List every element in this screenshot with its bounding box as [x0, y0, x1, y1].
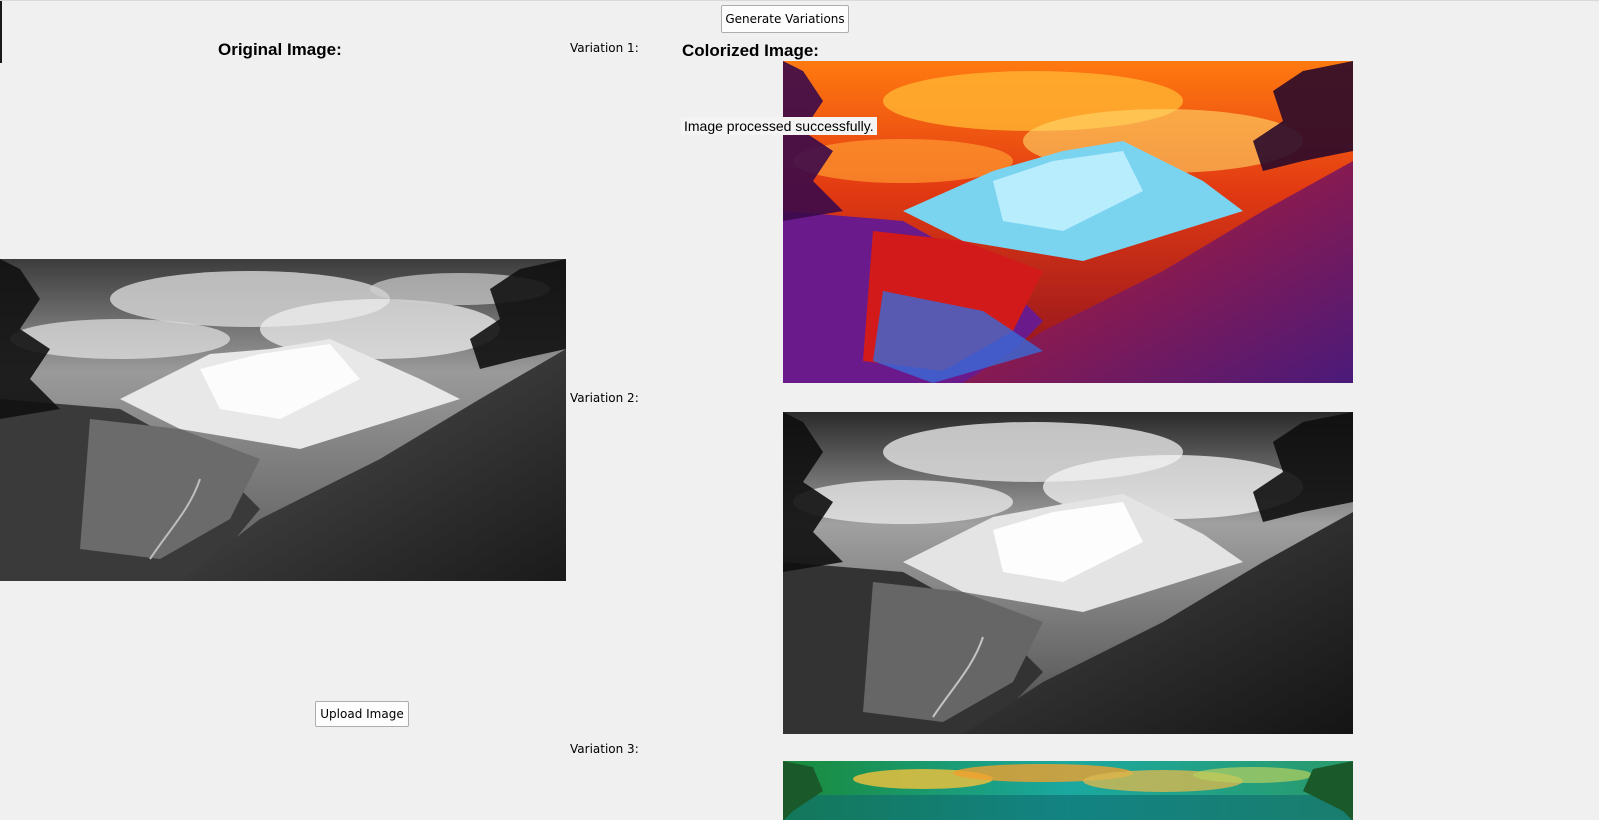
- variation-2-label: Variation 2:: [570, 391, 639, 405]
- variation-3-label: Variation 3:: [570, 742, 639, 756]
- variation-3-image: [783, 761, 1353, 820]
- variation-2-graphic: [783, 412, 1353, 734]
- original-image-graphic: [0, 259, 566, 581]
- original-image-heading: Original Image:: [218, 40, 342, 59]
- variation-1-label: Variation 1:: [570, 41, 639, 55]
- variation-1-image: [783, 61, 1353, 383]
- original-image: [0, 259, 566, 581]
- variation-1-graphic: [783, 61, 1353, 383]
- upload-image-button[interactable]: Upload Image: [315, 701, 409, 727]
- status-message: Image processed successfully.: [681, 117, 877, 135]
- window-edge: [0, 1, 2, 63]
- app-window: Generate Variations Original Image: Colo…: [0, 0, 1599, 820]
- colorized-image-heading: Colorized Image:: [682, 41, 819, 60]
- generate-variations-button[interactable]: Generate Variations: [721, 5, 849, 33]
- variation-3-graphic: [783, 761, 1353, 820]
- variation-2-image: [783, 412, 1353, 734]
